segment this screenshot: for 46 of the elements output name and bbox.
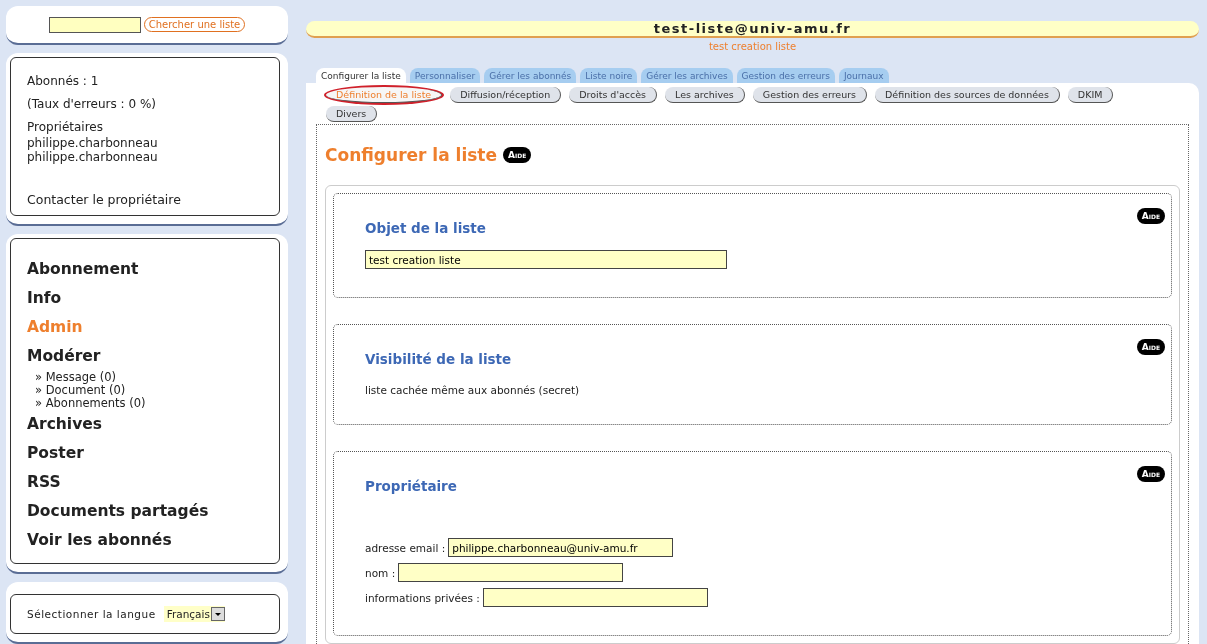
- menu-item[interactable]: Archives: [27, 410, 263, 439]
- submenu-item[interactable]: » Message (0): [27, 371, 263, 384]
- section-title: Objet de la liste: [365, 220, 487, 236]
- setting-value: liste cachée même aux abonnés (secret): [365, 384, 581, 396]
- list-subject: test creation liste: [707, 41, 798, 52]
- tab[interactable]: Configurer la liste: [316, 68, 406, 83]
- language-label: Sélectionner la langue: [27, 608, 156, 620]
- contact-link[interactable]: Contacter le propriétaire: [27, 192, 263, 207]
- menu-item[interactable]: Abonnement: [27, 255, 263, 284]
- page-title: Configurer la liste: [325, 145, 497, 165]
- language-select[interactable]: Français: [163, 606, 225, 622]
- list-address: test-liste@univ-amu.fr: [653, 21, 852, 36]
- menu-item[interactable]: Voir les abonnés: [27, 526, 263, 555]
- help-button[interactable]: Aide: [1136, 208, 1165, 224]
- search-field[interactable]: [48, 16, 141, 33]
- subtab[interactable]: DKIM: [1067, 87, 1114, 103]
- submenu-item[interactable]: » Document (0): [27, 384, 263, 397]
- section-title: Propriétaire: [365, 478, 458, 494]
- owners-heading: Propriétaires: [27, 120, 104, 134]
- input-field[interactable]: [398, 563, 624, 582]
- subtab[interactable]: Diffusion/réception: [450, 87, 562, 103]
- subtab[interactable]: Les archives: [665, 87, 745, 103]
- field-label: adresse email :: [365, 541, 446, 554]
- help-button[interactable]: Aide: [1136, 339, 1165, 355]
- section-title: Visibilité de la liste: [365, 351, 513, 367]
- subtab[interactable]: Définition des sources de données: [875, 87, 1060, 103]
- help-button[interactable]: Aide: [1136, 466, 1165, 482]
- menu-item[interactable]: Info: [27, 284, 263, 313]
- error-rate: (Taux d'erreurs : 0 %): [27, 97, 157, 111]
- input-field[interactable]: [482, 588, 708, 607]
- subtab[interactable]: Divers: [326, 106, 378, 122]
- submenu-item[interactable]: » Abonnements (0): [27, 397, 263, 410]
- subscriber-count: Abonnés : 1: [27, 74, 100, 88]
- field-label: informations privées :: [365, 591, 480, 604]
- menu-item[interactable]: Documents partagés: [27, 497, 263, 526]
- input-field[interactable]: philippe.charbonneau@univ-amu.fr: [448, 538, 674, 557]
- field-label: nom :: [365, 566, 396, 579]
- menu-item[interactable]: Modérer: [27, 342, 263, 371]
- subtab[interactable]: Gestion des erreurs: [752, 87, 868, 103]
- owner-name: philippe.charbonneau: [27, 150, 159, 164]
- input-field[interactable]: test creation liste: [365, 250, 727, 269]
- subtab[interactable]: Droits d'accès: [569, 87, 658, 103]
- menu-item[interactable]: Poster: [27, 439, 263, 468]
- help-button[interactable]: Aide: [503, 147, 532, 163]
- owner-name: philippe.charbonneau: [27, 136, 159, 150]
- menu-item[interactable]: RSS: [27, 468, 263, 497]
